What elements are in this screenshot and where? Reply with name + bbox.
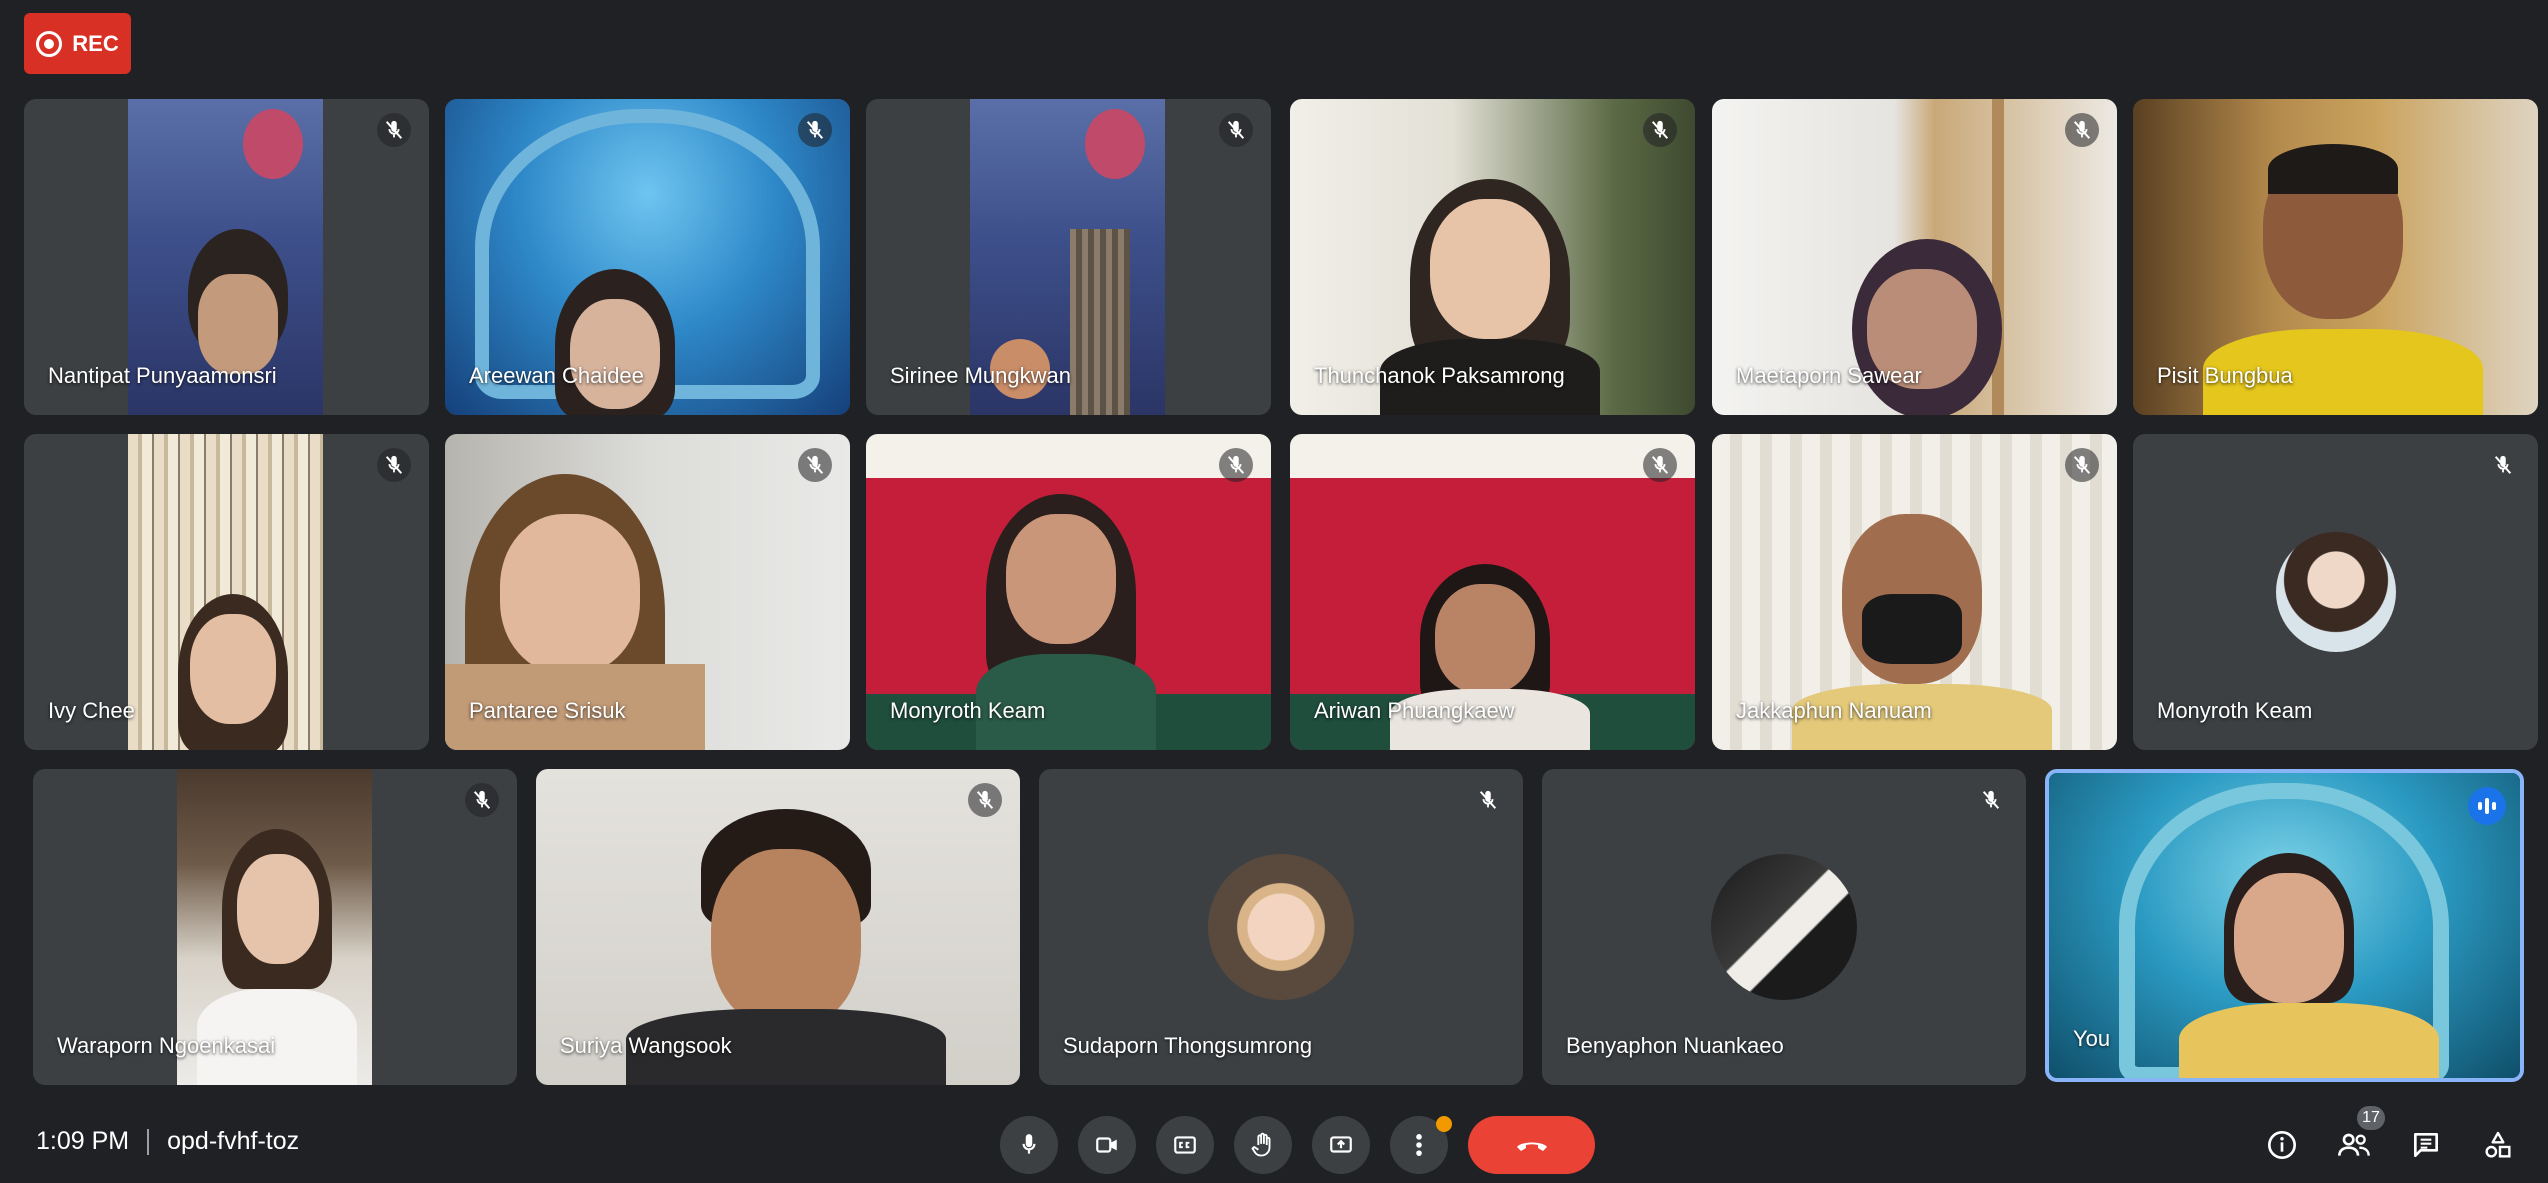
captions-icon	[1174, 1136, 1196, 1154]
speaking-indicator-icon	[2468, 787, 2506, 825]
mic-off-icon	[2065, 113, 2099, 147]
participant-tile[interactable]: Jakkaphun Nanuam	[1712, 434, 2117, 750]
participant-tile[interactable]: Pisit Bungbua	[2133, 99, 2538, 415]
mic-off-icon	[1974, 783, 2008, 817]
raise-hand-icon	[1251, 1132, 1271, 1157]
participant-tile[interactable]: Areewan Chaidee	[445, 99, 850, 415]
people-button[interactable]: 17	[2331, 1106, 2385, 1168]
mic-off-icon	[2065, 448, 2099, 482]
present-button[interactable]	[1312, 1116, 1370, 1174]
divider	[147, 1128, 150, 1155]
participant-name: Pantaree Srisuk	[469, 698, 626, 723]
participant-name: Jakkaphun Nanuam	[1736, 698, 1932, 723]
participant-tile[interactable]: Monyroth Keam	[2133, 434, 2538, 750]
mic-off-icon	[968, 783, 1002, 817]
mic-off-icon	[377, 448, 411, 482]
mic-off-icon	[1471, 783, 1505, 817]
raise-hand-button[interactable]	[1234, 1116, 1292, 1174]
mic-off-icon	[1643, 448, 1677, 482]
present-icon	[1330, 1136, 1352, 1153]
self-video	[2049, 773, 2520, 1078]
mic-off-icon	[1643, 113, 1677, 147]
chat-button[interactable]	[2403, 1122, 2449, 1168]
people-count-badge: 17	[2357, 1106, 2385, 1130]
recording-label: REC	[72, 30, 119, 56]
meeting-time: 1:09 PM	[36, 1127, 130, 1155]
mic-off-icon	[798, 448, 832, 482]
participant-tile[interactable]: Benyaphon Nuankaeo	[1542, 769, 2026, 1085]
end-call-icon	[1516, 1142, 1547, 1151]
self-view-tile[interactable]: You	[2045, 769, 2524, 1082]
mic-icon	[1022, 1134, 1036, 1154]
participant-tile[interactable]: Sudaporn Thongsumrong	[1039, 769, 1523, 1085]
participant-name: Monyroth Keam	[2157, 698, 2313, 723]
participant-name: Ariwan Phuangkaew	[1314, 698, 1515, 723]
participant-tile[interactable]: Waraporn Ngoenkasai	[33, 769, 517, 1085]
mic-off-icon	[798, 113, 832, 147]
participant-tile[interactable]: Maetaporn Sawear	[1712, 99, 2117, 415]
record-icon	[36, 30, 63, 57]
participant-video	[128, 434, 323, 750]
meeting-details-button[interactable]	[2259, 1122, 2305, 1168]
camera-button[interactable]	[1078, 1116, 1136, 1174]
participant-name: Maetaporn Sawear	[1736, 363, 1922, 388]
more-options-button[interactable]	[1390, 1116, 1452, 1174]
info-icon	[2268, 1131, 2296, 1159]
participant-name: Thunchanok Paksamrong	[1314, 363, 1565, 388]
participant-tile[interactable]: Ivy Chee	[24, 434, 429, 750]
mic-off-icon	[1219, 448, 1253, 482]
participant-name: Pisit Bungbua	[2157, 363, 2293, 388]
participant-tile[interactable]: Sirinee Mungkwan	[866, 99, 1271, 415]
participant-tile[interactable]: Pantaree Srisuk	[445, 434, 850, 750]
mic-off-icon	[1219, 113, 1253, 147]
people-icon	[2338, 1133, 2370, 1156]
mic-off-icon	[377, 113, 411, 147]
camera-icon	[1096, 1137, 1117, 1153]
end-call-button[interactable]	[1468, 1116, 1595, 1174]
mic-button[interactable]	[1000, 1116, 1058, 1174]
participant-tile[interactable]: Nantipat Punyaamonsri	[24, 99, 429, 415]
meeting-info: 1:09 PM opd-fvhf-toz	[36, 1127, 299, 1156]
participant-tile[interactable]: Ariwan Phuangkaew	[1290, 434, 1695, 750]
chat-icon	[2414, 1133, 2438, 1157]
activities-button[interactable]	[2475, 1122, 2521, 1168]
meeting-code: opd-fvhf-toz	[167, 1127, 300, 1155]
participant-name: Sirinee Mungkwan	[890, 363, 1071, 388]
avatar	[2275, 532, 2396, 652]
participant-tile[interactable]: Thunchanok Paksamrong	[1290, 99, 1695, 415]
avatar	[1711, 854, 1857, 1000]
mic-off-icon	[2486, 448, 2520, 482]
more-options-icon	[1416, 1134, 1422, 1156]
participant-name: Waraporn Ngoenkasai	[57, 1033, 276, 1058]
notification-dot	[1436, 1116, 1452, 1132]
participant-name: Ivy Chee	[48, 698, 135, 723]
recording-badge[interactable]: REC	[24, 13, 131, 74]
participant-tile[interactable]: Suriya Wangsook	[536, 769, 1020, 1085]
captions-button[interactable]	[1156, 1116, 1214, 1174]
mic-off-icon	[465, 783, 499, 817]
participant-name: Sudaporn Thongsumrong	[1063, 1033, 1313, 1058]
participant-name: Suriya Wangsook	[560, 1033, 732, 1058]
participant-name: Nantipat Punyaamonsri	[48, 363, 277, 388]
participant-name: You	[2073, 1026, 2111, 1051]
participant-tile[interactable]: Monyroth Keam	[866, 434, 1271, 750]
activities-icon	[2485, 1131, 2511, 1158]
participant-name: Areewan Chaidee	[469, 363, 644, 388]
avatar	[1208, 854, 1354, 1000]
participant-name: Benyaphon Nuankaeo	[1566, 1033, 1784, 1058]
participant-name: Monyroth Keam	[890, 698, 1046, 723]
